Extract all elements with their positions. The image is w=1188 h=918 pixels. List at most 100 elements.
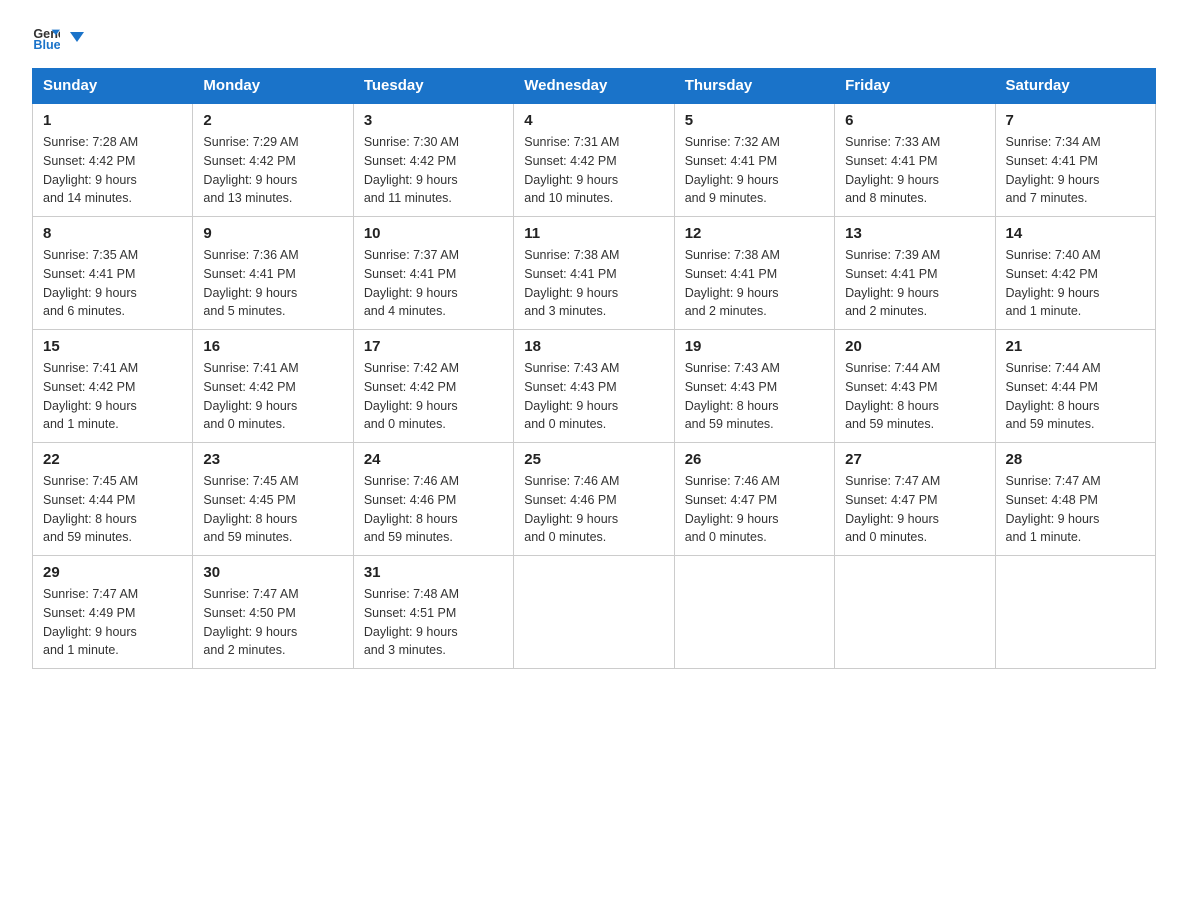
day-cell-11: 11 Sunrise: 7:38 AMSunset: 4:41 PMDayligh… (514, 217, 674, 330)
day-cell-28: 28 Sunrise: 7:47 AMSunset: 4:48 PMDayligh… (995, 443, 1155, 556)
day-cell-25: 25 Sunrise: 7:46 AMSunset: 4:46 PMDayligh… (514, 443, 674, 556)
day-cell-1: 1 Sunrise: 7:28 AMSunset: 4:42 PMDaylight… (33, 103, 193, 217)
day-cell-6: 6 Sunrise: 7:33 AMSunset: 4:41 PMDaylight… (835, 103, 995, 217)
day-cell-4: 4 Sunrise: 7:31 AMSunset: 4:42 PMDaylight… (514, 103, 674, 217)
day-number: 11 (524, 225, 663, 242)
day-number: 29 (43, 564, 182, 581)
day-number: 12 (685, 225, 824, 242)
day-info: Sunrise: 7:47 AMSunset: 4:48 PMDaylight:… (1006, 472, 1145, 547)
day-info: Sunrise: 7:41 AMSunset: 4:42 PMDaylight:… (43, 359, 182, 434)
svg-text:Blue: Blue (33, 38, 60, 52)
weekday-header-row: SundayMondayTuesdayWednesdayThursdayFrid… (33, 69, 1156, 104)
day-number: 28 (1006, 451, 1145, 468)
day-info: Sunrise: 7:47 AMSunset: 4:47 PMDaylight:… (845, 472, 984, 547)
day-number: 6 (845, 112, 984, 129)
day-info: Sunrise: 7:32 AMSunset: 4:41 PMDaylight:… (685, 133, 824, 208)
day-info: Sunrise: 7:35 AMSunset: 4:41 PMDaylight:… (43, 246, 182, 321)
day-cell-31: 31 Sunrise: 7:48 AMSunset: 4:51 PMDayligh… (353, 556, 513, 669)
day-cell-5: 5Sunrise: 7:32 AMSunset: 4:41 PMDaylight… (674, 103, 834, 217)
day-cell-7: 7Sunrise: 7:34 AMSunset: 4:41 PMDaylight… (995, 103, 1155, 217)
day-cell-19: 19Sunrise: 7:43 AMSunset: 4:43 PMDayligh… (674, 330, 834, 443)
day-info: Sunrise: 7:43 AMSunset: 4:43 PMDaylight:… (524, 359, 663, 434)
day-number: 17 (364, 338, 503, 355)
empty-cell (995, 556, 1155, 669)
logo: General Blue (32, 24, 86, 52)
day-number: 7 (1006, 112, 1145, 129)
day-info: Sunrise: 7:33 AMSunset: 4:41 PMDaylight:… (845, 133, 984, 208)
week-row-3: 15 Sunrise: 7:41 AMSunset: 4:42 PMDayligh… (33, 330, 1156, 443)
weekday-header-saturday: Saturday (995, 69, 1155, 104)
day-cell-14: 14 Sunrise: 7:40 AMSunset: 4:42 PMDayligh… (995, 217, 1155, 330)
day-info: Sunrise: 7:29 AMSunset: 4:42 PMDaylight:… (203, 133, 342, 208)
day-number: 22 (43, 451, 182, 468)
day-cell-3: 3Sunrise: 7:30 AMSunset: 4:42 PMDaylight… (353, 103, 513, 217)
day-number: 26 (685, 451, 824, 468)
day-cell-9: 9Sunrise: 7:36 AMSunset: 4:41 PMDaylight… (193, 217, 353, 330)
day-number: 24 (364, 451, 503, 468)
week-row-5: 29Sunrise: 7:47 AMSunset: 4:49 PMDayligh… (33, 556, 1156, 669)
day-cell-2: 2 Sunrise: 7:29 AMSunset: 4:42 PMDaylight… (193, 103, 353, 217)
day-number: 4 (524, 112, 663, 129)
day-number: 15 (43, 338, 182, 355)
day-info: Sunrise: 7:47 AMSunset: 4:50 PMDaylight:… (203, 585, 342, 660)
weekday-header-sunday: Sunday (33, 69, 193, 104)
calendar-table: SundayMondayTuesdayWednesdayThursdayFrid… (32, 68, 1156, 669)
day-number: 2 (203, 112, 342, 129)
day-number: 9 (203, 225, 342, 242)
day-number: 10 (364, 225, 503, 242)
day-cell-26: 26 Sunrise: 7:46 AMSunset: 4:47 PMDayligh… (674, 443, 834, 556)
day-number: 14 (1006, 225, 1145, 242)
day-cell-10: 10 Sunrise: 7:37 AMSunset: 4:41 PMDayligh… (353, 217, 513, 330)
day-info: Sunrise: 7:48 AMSunset: 4:51 PMDaylight:… (364, 585, 503, 660)
day-number: 31 (364, 564, 503, 581)
weekday-header-monday: Monday (193, 69, 353, 104)
day-info: Sunrise: 7:46 AMSunset: 4:47 PMDaylight:… (685, 472, 824, 547)
day-info: Sunrise: 7:46 AMSunset: 4:46 PMDaylight:… (364, 472, 503, 547)
empty-cell (514, 556, 674, 669)
day-cell-20: 20 Sunrise: 7:44 AMSunset: 4:43 PMDayligh… (835, 330, 995, 443)
day-info: Sunrise: 7:28 AMSunset: 4:42 PMDaylight:… (43, 133, 182, 208)
day-number: 1 (43, 112, 182, 129)
day-cell-16: 16 Sunrise: 7:41 AMSunset: 4:42 PMDayligh… (193, 330, 353, 443)
day-cell-18: 18Sunrise: 7:43 AMSunset: 4:43 PMDayligh… (514, 330, 674, 443)
day-cell-12: 12Sunrise: 7:38 AMSunset: 4:41 PMDayligh… (674, 217, 834, 330)
day-info: Sunrise: 7:39 AMSunset: 4:41 PMDaylight:… (845, 246, 984, 321)
empty-cell (674, 556, 834, 669)
day-cell-27: 27 Sunrise: 7:47 AMSunset: 4:47 PMDayligh… (835, 443, 995, 556)
week-row-2: 8 Sunrise: 7:35 AMSunset: 4:41 PMDaylight… (33, 217, 1156, 330)
day-number: 8 (43, 225, 182, 242)
day-info: Sunrise: 7:44 AMSunset: 4:43 PMDaylight:… (845, 359, 984, 434)
weekday-header-thursday: Thursday (674, 69, 834, 104)
day-info: Sunrise: 7:38 AMSunset: 4:41 PMDaylight:… (524, 246, 663, 321)
day-number: 30 (203, 564, 342, 581)
logo-triangle-icon (66, 28, 86, 48)
day-info: Sunrise: 7:46 AMSunset: 4:46 PMDaylight:… (524, 472, 663, 547)
day-number: 20 (845, 338, 984, 355)
day-number: 25 (524, 451, 663, 468)
logo-icon: General Blue (32, 24, 60, 52)
day-cell-29: 29Sunrise: 7:47 AMSunset: 4:49 PMDayligh… (33, 556, 193, 669)
day-cell-17: 17Sunrise: 7:42 AMSunset: 4:42 PMDayligh… (353, 330, 513, 443)
page-header: General Blue (32, 24, 1156, 52)
day-info: Sunrise: 7:31 AMSunset: 4:42 PMDaylight:… (524, 133, 663, 208)
day-number: 16 (203, 338, 342, 355)
weekday-header-wednesday: Wednesday (514, 69, 674, 104)
day-info: Sunrise: 7:41 AMSunset: 4:42 PMDaylight:… (203, 359, 342, 434)
day-cell-23: 23Sunrise: 7:45 AMSunset: 4:45 PMDayligh… (193, 443, 353, 556)
day-cell-21: 21Sunrise: 7:44 AMSunset: 4:44 PMDayligh… (995, 330, 1155, 443)
day-info: Sunrise: 7:44 AMSunset: 4:44 PMDaylight:… (1006, 359, 1145, 434)
day-info: Sunrise: 7:37 AMSunset: 4:41 PMDaylight:… (364, 246, 503, 321)
week-row-4: 22 Sunrise: 7:45 AMSunset: 4:44 PMDayligh… (33, 443, 1156, 556)
day-info: Sunrise: 7:43 AMSunset: 4:43 PMDaylight:… (685, 359, 824, 434)
day-cell-13: 13 Sunrise: 7:39 AMSunset: 4:41 PMDayligh… (835, 217, 995, 330)
weekday-header-tuesday: Tuesday (353, 69, 513, 104)
day-number: 27 (845, 451, 984, 468)
day-cell-22: 22 Sunrise: 7:45 AMSunset: 4:44 PMDayligh… (33, 443, 193, 556)
day-info: Sunrise: 7:30 AMSunset: 4:42 PMDaylight:… (364, 133, 503, 208)
day-number: 13 (845, 225, 984, 242)
day-cell-30: 30 Sunrise: 7:47 AMSunset: 4:50 PMDayligh… (193, 556, 353, 669)
day-info: Sunrise: 7:45 AMSunset: 4:44 PMDaylight:… (43, 472, 182, 547)
day-info: Sunrise: 7:45 AMSunset: 4:45 PMDaylight:… (203, 472, 342, 547)
week-row-1: 1 Sunrise: 7:28 AMSunset: 4:42 PMDaylight… (33, 103, 1156, 217)
day-info: Sunrise: 7:40 AMSunset: 4:42 PMDaylight:… (1006, 246, 1145, 321)
